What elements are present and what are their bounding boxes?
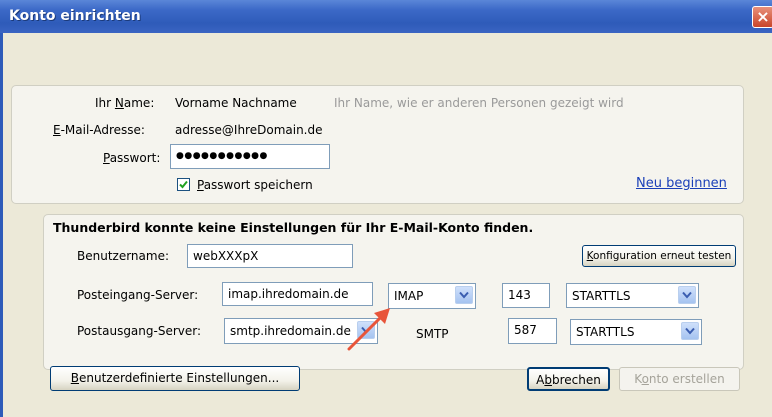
incoming-port-input[interactable]: 143 — [502, 283, 550, 308]
incoming-security-select[interactable]: STARTTLS — [566, 283, 699, 308]
account-setup-window: Konto einrichten × Ihr Name: Vorname Nac… — [0, 0, 772, 417]
cancel-button[interactable]: Abbrechen — [527, 367, 610, 391]
remember-password-label[interactable]: Passwort speichern — [197, 178, 313, 192]
name-label: Ihr Name: — [95, 96, 155, 110]
outgoing-protocol-label: SMTP — [416, 327, 449, 341]
annotation-arrow-icon — [347, 308, 390, 351]
outgoing-port-input[interactable]: 587 — [508, 318, 557, 344]
password-label: Passwort: — [103, 151, 161, 165]
server-heading: Thunderbird konnte keine Einstellungen f… — [53, 220, 534, 235]
remember-password-checkbox[interactable] — [177, 178, 190, 191]
close-button[interactable]: × — [752, 6, 772, 28]
incoming-server-label: Posteingang-Server: — [77, 288, 199, 302]
name-value[interactable]: Vorname Nachname — [175, 96, 297, 110]
incoming-security-value: STARTTLS — [572, 289, 631, 303]
name-hint: Ihr Name, wie er anderen Personen gezeig… — [334, 96, 624, 110]
checkmark-icon — [179, 180, 188, 189]
title-bar[interactable]: Konto einrichten × — [0, 0, 772, 33]
create-account-button[interactable]: Konto erstellen — [619, 367, 740, 391]
incoming-protocol-select[interactable]: IMAP — [388, 283, 476, 309]
advanced-settings-button[interactable]: Benutzerdefinierte Einstellungen... — [50, 366, 300, 391]
chevron-down-icon[interactable] — [681, 322, 699, 340]
close-icon: × — [756, 7, 770, 26]
username-label: Benutzername: — [77, 249, 170, 263]
identity-group: Ihr Name: Vorname Nachname Ihr Name, wie… — [11, 85, 744, 204]
window-title: Konto einrichten — [9, 8, 141, 24]
email-value[interactable]: adresse@IhreDomain.de — [175, 123, 330, 137]
email-label: E-Mail-Adresse: — [53, 123, 145, 137]
retest-configuration-button[interactable]: Konfiguration erneut testen — [582, 245, 736, 267]
outgoing-security-select[interactable]: STARTTLS — [570, 319, 702, 345]
dialog-content: Ihr Name: Vorname Nachname Ihr Name, wie… — [3, 33, 772, 417]
chevron-down-icon[interactable] — [455, 286, 473, 304]
username-input[interactable]: webXXXpX — [187, 244, 353, 268]
chevron-down-icon[interactable] — [678, 286, 696, 304]
outgoing-security-value: STARTTLS — [576, 325, 635, 339]
restart-link[interactable]: Neu beginnen — [636, 176, 727, 191]
outgoing-host-value: smtp.ihredomain.de — [230, 324, 351, 338]
outgoing-server-label: Postausgang-Server: — [77, 324, 202, 338]
password-field[interactable]: ●●●●●●●●●●● — [170, 144, 330, 169]
